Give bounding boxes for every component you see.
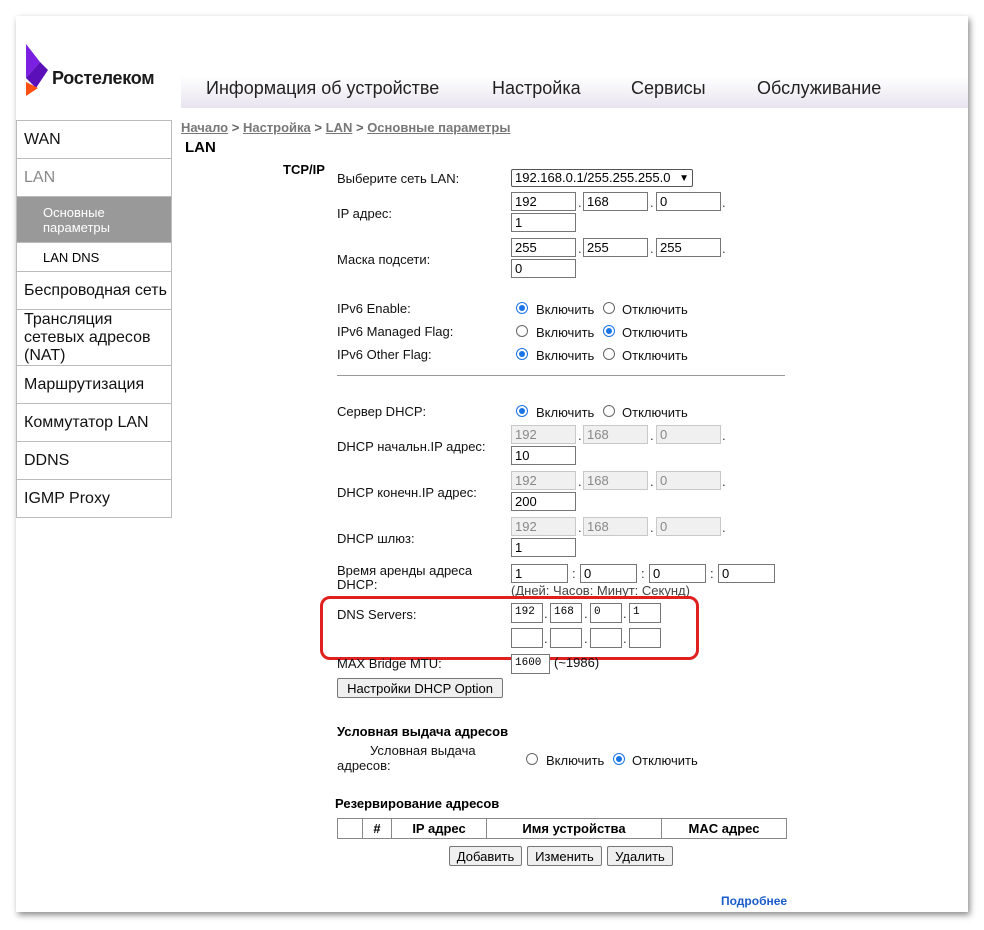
mask-octet-3[interactable]: 255 <box>656 238 721 257</box>
mask-label: Маска подсети: <box>337 252 431 267</box>
ipv6-enable-on-radio[interactable] <box>516 302 528 314</box>
sidebar-item-wan[interactable]: WAN <box>17 121 171 159</box>
nav-device-info[interactable]: Информация об устройстве <box>206 78 439 99</box>
sidebar-item-lan-basic[interactable]: Основные параметры <box>17 197 171 243</box>
ipv6-enable-off-radio[interactable] <box>603 302 615 314</box>
top-navigation: Информация об устройстве Настройка Серви… <box>181 76 968 108</box>
sidebar-item-switch[interactable]: Коммутатор LAN <box>17 404 171 442</box>
dhcp-gateway-label: DHCP шлюз: <box>337 531 415 546</box>
mask-octet-2[interactable]: 255 <box>583 238 648 257</box>
ipv6-managed-off-radio[interactable] <box>603 325 615 337</box>
col-device-name: Имя устройства <box>486 818 662 839</box>
ipv6-enable-label: IPv6 Enable: <box>337 301 411 316</box>
breadcrumb-settings[interactable]: Настройка <box>243 120 311 135</box>
lan-select[interactable]: 192.168.0.1/255.255.255.0 ▼ <box>511 169 693 187</box>
dhcp-off-radio[interactable] <box>603 405 615 417</box>
mtu-input[interactable]: 1600 <box>511 654 550 674</box>
nav-maintenance[interactable]: Обслуживание <box>757 78 881 99</box>
lease-days[interactable]: 1 <box>511 564 568 583</box>
ipv6-other-off-radio[interactable] <box>603 348 615 360</box>
dhcp-lease-label: Время аренды адреса DHCP: <box>337 563 473 592</box>
ip-octet-1[interactable]: 192 <box>511 192 576 211</box>
dhcp-end-octet-3: 0 <box>656 471 721 490</box>
ipv6-managed-on-radio[interactable] <box>516 325 528 337</box>
sidebar-item-nat[interactable]: Трансляция сетевых адресов (NAT) <box>17 310 171 366</box>
dhcp-gw-octet-2: 168 <box>583 517 648 536</box>
dhcp-start-octet-2: 168 <box>583 425 648 444</box>
brand-name: Ростелеком <box>52 68 155 88</box>
divider <box>337 375 785 376</box>
dhcp-start-label: DHCP начальн.IP адрес: <box>337 439 486 454</box>
lease-hours[interactable]: 0 <box>580 564 637 583</box>
edit-button[interactable]: Изменить <box>527 846 602 866</box>
dhcp-end-octet-1: 192 <box>511 471 576 490</box>
mtu-hint: (~1986) <box>554 655 600 670</box>
conditional-title: Условная выдача адресов <box>337 724 509 739</box>
sidebar: WAN LAN Основные параметры LAN DNS Беспр… <box>16 120 172 518</box>
ipv6-other-on-radio[interactable] <box>516 348 528 360</box>
ip-octet-2[interactable]: 168 <box>583 192 648 211</box>
col-select <box>337 818 363 839</box>
conditional-off-radio[interactable] <box>613 753 625 765</box>
reservation-title: Резервирование адресов <box>335 796 500 811</box>
sidebar-item-routing[interactable]: Маршрутизация <box>17 366 171 404</box>
dhcp-server-label: Сервер DHCP: <box>337 404 427 419</box>
ip-octet-4[interactable]: 1 <box>511 213 576 232</box>
ipv6-managed-label: IPv6 Managed Flag: <box>337 324 454 339</box>
lease-minutes[interactable]: 0 <box>649 564 706 583</box>
dhcp-on-radio[interactable] <box>516 405 528 417</box>
lease-seconds[interactable]: 0 <box>718 564 775 583</box>
sidebar-item-lan-dns[interactable]: LAN DNS <box>17 243 171 272</box>
ipv6-other-label: IPv6 Other Flag: <box>337 347 432 362</box>
dhcp-end-octet-4[interactable]: 200 <box>511 492 576 511</box>
dns-highlight-frame <box>320 596 699 660</box>
dhcp-option-button[interactable]: Настройки DHCP Option <box>337 678 503 698</box>
breadcrumb-lan[interactable]: LAN <box>326 120 353 135</box>
dhcp-end-octet-2: 168 <box>583 471 648 490</box>
sidebar-item-ddns[interactable]: DDNS <box>17 442 171 480</box>
lan-select-label: Выберите сеть LAN: <box>337 171 460 186</box>
col-mac: MAC адрес <box>661 818 787 839</box>
chevron-down-icon: ▼ <box>679 173 689 184</box>
dhcp-end-label: DHCP конечн.IP адрес: <box>337 485 477 500</box>
dhcp-gw-octet-3: 0 <box>656 517 721 536</box>
section-tcpip: TCP/IP <box>283 162 325 177</box>
dhcp-start-octet-4[interactable]: 10 <box>511 446 576 465</box>
ip-label: IP адрес: <box>337 206 393 221</box>
breadcrumb-home[interactable]: Начало <box>181 120 228 135</box>
add-button[interactable]: Добавить <box>449 846 522 866</box>
reservation-table: # IP адрес Имя устройства MAC адрес <box>337 818 787 839</box>
dhcp-start-octet-3: 0 <box>656 425 721 444</box>
conditional-label: Условная выдача адресов: <box>337 743 476 773</box>
more-link[interactable]: Подробнее <box>721 894 787 908</box>
table-header-row: # IP адрес Имя устройства MAC адрес <box>337 818 787 839</box>
sidebar-item-wireless[interactable]: Беспроводная сеть <box>17 272 171 310</box>
nav-settings[interactable]: Настройка <box>492 78 581 99</box>
ip-octet-3[interactable]: 0 <box>656 192 721 211</box>
nav-services[interactable]: Сервисы <box>631 78 706 99</box>
conditional-on-radio[interactable] <box>526 753 538 765</box>
col-ip: IP адрес <box>391 818 487 839</box>
breadcrumb: Начало > Настройка > LAN > Основные пара… <box>181 120 511 135</box>
page-title: LAN <box>185 139 216 156</box>
mtu-label: MAX Bridge MTU: <box>337 656 442 671</box>
sidebar-item-igmp[interactable]: IGMP Proxy <box>17 480 171 518</box>
dhcp-start-octet-1: 192 <box>511 425 576 444</box>
breadcrumb-basic[interactable]: Основные параметры <box>367 120 510 135</box>
mask-octet-1[interactable]: 255 <box>511 238 576 257</box>
col-number: # <box>362 818 392 839</box>
mask-octet-4[interactable]: 0 <box>511 259 576 278</box>
dhcp-gw-octet-4[interactable]: 1 <box>511 538 576 557</box>
delete-button[interactable]: Удалить <box>607 846 673 866</box>
sidebar-item-lan[interactable]: LAN <box>17 159 171 197</box>
dhcp-gw-octet-1: 192 <box>511 517 576 536</box>
